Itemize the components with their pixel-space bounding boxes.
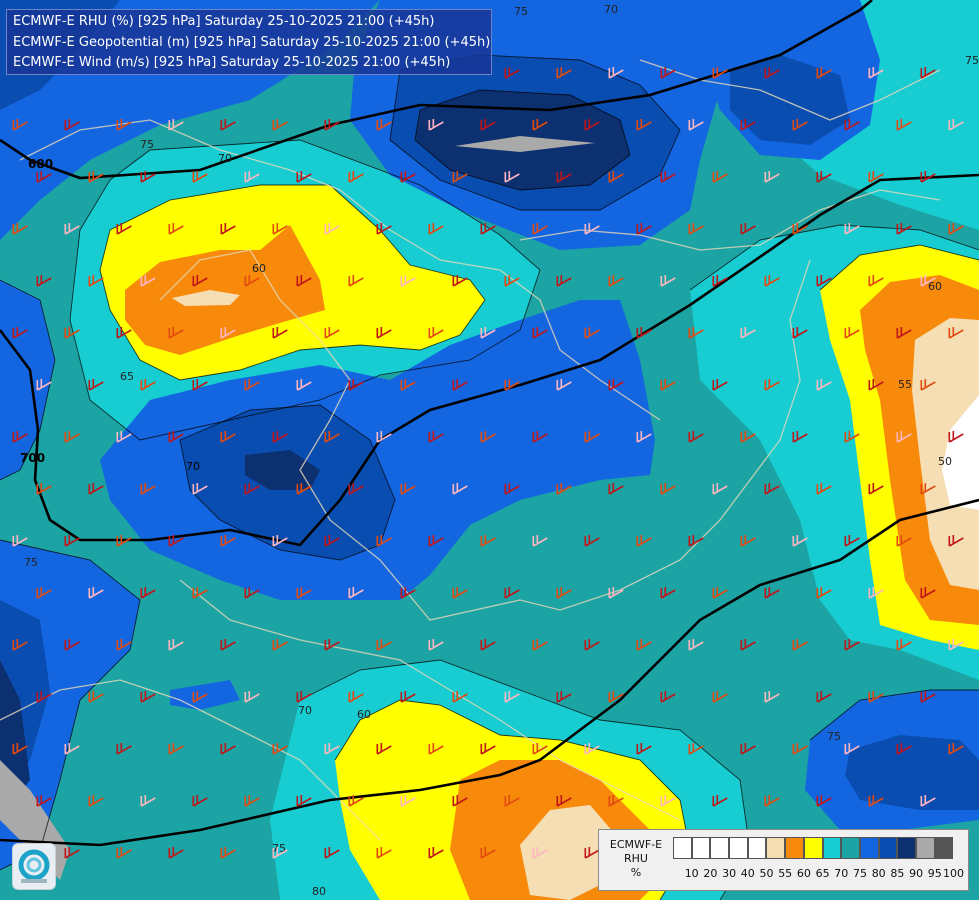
rhu-label: 75 [140, 138, 154, 151]
legend-swatch [841, 837, 860, 859]
legend-tick-label: 30 [722, 867, 737, 880]
legend-swatch [729, 837, 748, 859]
rhu-label: 50 [938, 455, 952, 468]
legend-ticks: 10 20 30 40 50 55 60 65 70 75 80 85 90 95 100 [673, 867, 964, 881]
rhu-label: 75 [965, 54, 979, 67]
legend-swatch [691, 837, 711, 859]
rhu-label: 60 [357, 708, 371, 721]
legend-tick-label: 95 [927, 867, 942, 880]
geopotential-label: 700 [20, 451, 45, 465]
legend-tick-label: 60 [796, 867, 811, 880]
legend-unit: % [630, 866, 642, 879]
legend-swatch [766, 837, 786, 859]
legend-swatch [803, 837, 823, 859]
legend-swatch [934, 837, 954, 859]
rhu-label: 80 [312, 885, 326, 898]
legend-swatch [897, 837, 916, 859]
rhu-label: 70 [218, 152, 232, 165]
rhu-label: 70 [604, 3, 618, 16]
legend-tick-label: 80 [871, 867, 886, 880]
legend-swatch [859, 837, 879, 859]
legend-swatch [915, 837, 935, 859]
legend-tick-label: 20 [703, 867, 718, 880]
rhu-label: 75 [24, 556, 38, 569]
legend-swatch [878, 837, 898, 859]
legend-swatch [822, 837, 842, 859]
legend: ECMWF-E RHU % 10 20 30 40 50 55 60 65 70 75 80 85 90… [598, 829, 969, 891]
rhu-label: 75 [514, 5, 528, 18]
legend-swatch [710, 837, 730, 859]
rhu-label: 75 [827, 730, 841, 743]
legend-swatch [673, 837, 692, 859]
rhu-label: 55 [898, 378, 912, 391]
geopotential-label: 680 [28, 157, 53, 171]
legend-tick-label: 50 [759, 867, 774, 880]
legend-tick-label: 55 [778, 867, 793, 880]
legend-tick-label: 70 [834, 867, 849, 880]
legend-tick-label: 90 [909, 867, 924, 880]
legend-tick-label: 65 [815, 867, 830, 880]
legend-swatch [747, 837, 767, 859]
ecmwf-logo [12, 843, 56, 890]
legend-title: ECMWF-E RHU % [601, 838, 671, 880]
legend-tick-label: 10 [684, 867, 699, 880]
rhu-label: 70 [298, 704, 312, 717]
legend-swatches [673, 837, 954, 859]
legend-tick-label: 100 [943, 867, 964, 880]
weather-map: 75 70 75 60 65 70 60 55 50 75 75 70 60 7… [0, 0, 979, 900]
rhu-label: 60 [252, 262, 266, 275]
title-box: ECMWF-E RHU (%) [925 hPa] Saturday 25-10… [6, 9, 492, 75]
map-canvas: 75 70 75 60 65 70 60 55 50 75 75 70 60 7… [0, 0, 979, 900]
rhu-field-85 [845, 735, 979, 810]
title-wind: ECMWF-E Wind (m/s) [925 hPa] Saturday 25… [13, 55, 451, 70]
title-geopotential: ECMWF-E Geopotential (m) [925 hPa] Satur… [13, 34, 491, 50]
title-rhu: ECMWF-E RHU (%) [925 hPa] Saturday 25-10… [13, 14, 435, 29]
legend-tick-label: 85 [890, 867, 905, 880]
legend-tick-label: 75 [853, 867, 867, 880]
legend-swatch [785, 837, 804, 859]
geopotential-label: 70 [186, 460, 200, 473]
legend-model: ECMWF-E [609, 838, 663, 851]
legend-tick-label: 40 [740, 867, 755, 880]
rhu-label: 60 [928, 280, 942, 293]
rhu-label: 65 [120, 370, 134, 383]
legend-variable: RHU [624, 852, 648, 865]
